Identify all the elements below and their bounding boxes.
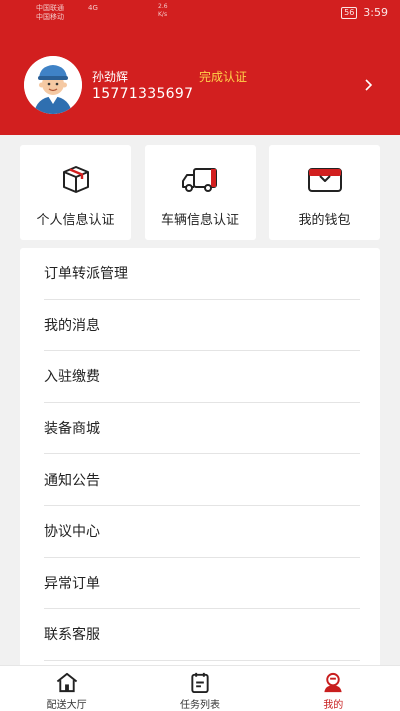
my-wallet-label: 我的钱包 [298, 213, 351, 228]
box-icon [62, 166, 89, 193]
menu-item-agreement-center[interactable]: 协议中心 [44, 506, 360, 558]
tab-label: 我的 [323, 700, 344, 711]
clipboard-icon [191, 672, 209, 694]
bottom-tab-bar: 配送大厅 任务列表 我的 [0, 665, 400, 711]
vehicle-info-auth-label: 车辆信息认证 [160, 213, 239, 228]
truck-icon [182, 168, 217, 192]
menu-item-label: 通知公告 [44, 472, 100, 489]
tab-mine[interactable]: 我的 [278, 666, 388, 711]
wallet-icon [307, 168, 342, 192]
status-bar: 中国联通 中国移动 4G 2.6 K/s 56 3:59 [0, 0, 400, 26]
personal-info-auth-card[interactable]: 个人信息认证 [20, 145, 131, 240]
menu-item-abnormal-orders[interactable]: 异常订单 [44, 558, 360, 610]
network-label: 4G [88, 4, 98, 12]
carrier-2: 中国移动 [36, 13, 64, 21]
menu-item-my-messages[interactable]: 我的消息 [44, 300, 360, 352]
net-speed-unit: K/s [158, 11, 168, 18]
profile-row[interactable]: 孙劲辉 15771335697 完成认证 [0, 54, 400, 118]
chevron-right-icon[interactable] [362, 74, 376, 96]
menu-item-label: 异常订单 [44, 575, 100, 592]
tab-task-list[interactable]: 任务列表 [145, 666, 255, 711]
net-speed: 2.6 K/s [158, 3, 168, 19]
personal-info-auth-label: 个人信息认证 [36, 213, 115, 228]
menu-item-label: 联系客服 [44, 627, 100, 644]
menu-list: 订单转派管理 我的消息 入驻缴费 装备商城 通知公告 协议中心 异常订单 联系客… [20, 248, 380, 668]
battery-level: 56 [344, 7, 355, 17]
menu-item-label: 装备商城 [44, 421, 100, 438]
avatar[interactable] [24, 56, 82, 114]
user-phone: 15771335697 [92, 86, 194, 102]
tab-label: 任务列表 [179, 700, 220, 711]
quick-actions: 个人信息认证 车辆信息认证 我的钱包 [20, 145, 380, 240]
carrier-1: 中国联通 [36, 4, 64, 12]
net-speed-value: 2.6 [158, 3, 168, 10]
my-wallet-card[interactable]: 我的钱包 [269, 145, 380, 240]
menu-item-label: 入驻缴费 [44, 369, 100, 386]
status-right: 56 3:59 [341, 6, 388, 19]
menu-item-label: 协议中心 [44, 524, 100, 541]
menu-item-label: 我的消息 [44, 317, 100, 334]
certification-status: 完成认证 [199, 70, 248, 84]
tab-delivery-hall[interactable]: 配送大厅 [12, 666, 122, 711]
vehicle-info-auth-card[interactable]: 车辆信息认证 [144, 145, 256, 240]
menu-item-customer-service[interactable]: 联系客服 [44, 609, 360, 661]
menu-item-entry-fee[interactable]: 入驻缴费 [44, 351, 360, 403]
menu-item-announcements[interactable]: 通知公告 [44, 454, 360, 506]
menu-item-order-reassign[interactable]: 订单转派管理 [44, 248, 360, 300]
carrier-labels: 中国联通 中国移动 [36, 4, 64, 22]
home-icon [56, 672, 77, 693]
courier-avatar-icon [24, 56, 82, 114]
clock: 3:59 [363, 6, 388, 19]
profile-header: 中国联通 中国移动 4G 2.6 K/s 56 3:59 孙劲辉 1577133… [0, 0, 400, 135]
user-icon [324, 672, 342, 693]
menu-item-label: 订单转派管理 [44, 266, 128, 283]
menu-item-equipment-mall[interactable]: 装备商城 [44, 403, 360, 455]
tab-label: 配送大厅 [46, 700, 87, 711]
user-name: 孙劲辉 [92, 70, 129, 84]
network-type: 4G [88, 4, 98, 13]
battery-icon: 56 [341, 6, 358, 19]
